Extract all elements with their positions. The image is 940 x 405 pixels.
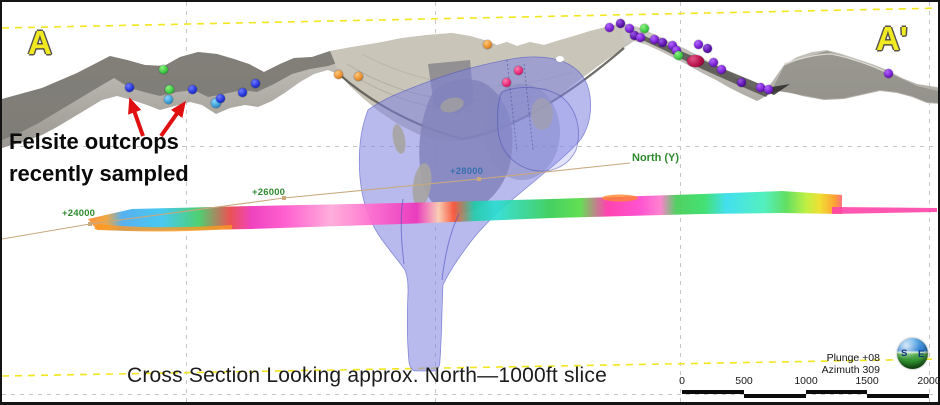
sample-point-violet bbox=[616, 19, 625, 28]
felsite-annotation-line2: recently sampled bbox=[9, 158, 189, 190]
sample-point-blue bbox=[216, 94, 225, 103]
sample-point-crimson bbox=[687, 55, 704, 67]
felsite-annotation: Felsite outcrops recently sampled bbox=[9, 126, 189, 190]
scale-bar-segment bbox=[806, 390, 867, 394]
plunge-value: Plunge +08 bbox=[772, 352, 880, 364]
axis-label-24000: +24000 bbox=[62, 208, 95, 219]
sample-point-violet bbox=[703, 44, 712, 53]
scale-bar-segment bbox=[744, 394, 806, 398]
sample-point-orange bbox=[354, 72, 363, 81]
sample-point-green bbox=[165, 85, 174, 94]
scale-tick-1500: 1500 bbox=[855, 375, 878, 387]
axis-label-28000: +28000 bbox=[450, 166, 483, 177]
sample-point-violet bbox=[737, 78, 746, 87]
section-label-a-prime: A' bbox=[876, 20, 908, 58]
sample-point-green bbox=[640, 24, 649, 33]
sample-point-orange bbox=[483, 40, 492, 49]
sample-point-pink bbox=[502, 78, 511, 87]
sample-point-purple bbox=[764, 85, 773, 94]
scale-tick-1000: 1000 bbox=[794, 375, 817, 387]
viewport-3d-scene bbox=[2, 2, 940, 405]
sample-point-blue bbox=[251, 79, 260, 88]
scale-tick-500: 500 bbox=[735, 375, 753, 387]
sample-point-green bbox=[159, 65, 168, 74]
felsite-annotation-line1: Felsite outcrops bbox=[9, 126, 189, 158]
compass-south-letter: S bbox=[901, 348, 907, 359]
sample-point-purple bbox=[709, 58, 718, 67]
axis-label-north-y: North (Y) bbox=[632, 152, 679, 164]
sample-point-violet bbox=[658, 38, 667, 47]
compass-east-letter: E bbox=[918, 349, 924, 360]
scale-bar-segment bbox=[682, 390, 744, 394]
figure-caption: Cross Section Looking approx. North—1000… bbox=[117, 364, 617, 388]
scale-bar-segment bbox=[867, 394, 929, 398]
view-orientation-info: Plunge +08 Azimuth 309 bbox=[772, 352, 880, 376]
sample-point-green bbox=[674, 51, 683, 60]
sample-point-orange bbox=[334, 70, 343, 79]
sample-point-purple bbox=[694, 40, 703, 49]
sample-point-purple bbox=[884, 69, 893, 78]
sample-point-purple bbox=[636, 33, 645, 42]
axis-label-26000: +26000 bbox=[252, 187, 285, 198]
section-label-a: A bbox=[28, 24, 52, 62]
sample-point-purple bbox=[605, 23, 614, 32]
surface-notch bbox=[556, 56, 564, 62]
sample-point-blue bbox=[238, 88, 247, 97]
sample-point-purple bbox=[717, 65, 726, 74]
compass-globe-icon[interactable]: S E bbox=[897, 338, 928, 369]
cross-section-figure: A A' Felsite outcrops recently sampled C… bbox=[0, 0, 940, 405]
sample-point-pink bbox=[514, 66, 523, 75]
sample-point-blue bbox=[188, 85, 197, 94]
sample-point-cyan bbox=[164, 95, 173, 104]
scale-tick-0: 0 bbox=[679, 375, 685, 387]
scale-tick-2000: 2000 bbox=[917, 375, 940, 387]
sample-point-blue bbox=[125, 83, 134, 92]
